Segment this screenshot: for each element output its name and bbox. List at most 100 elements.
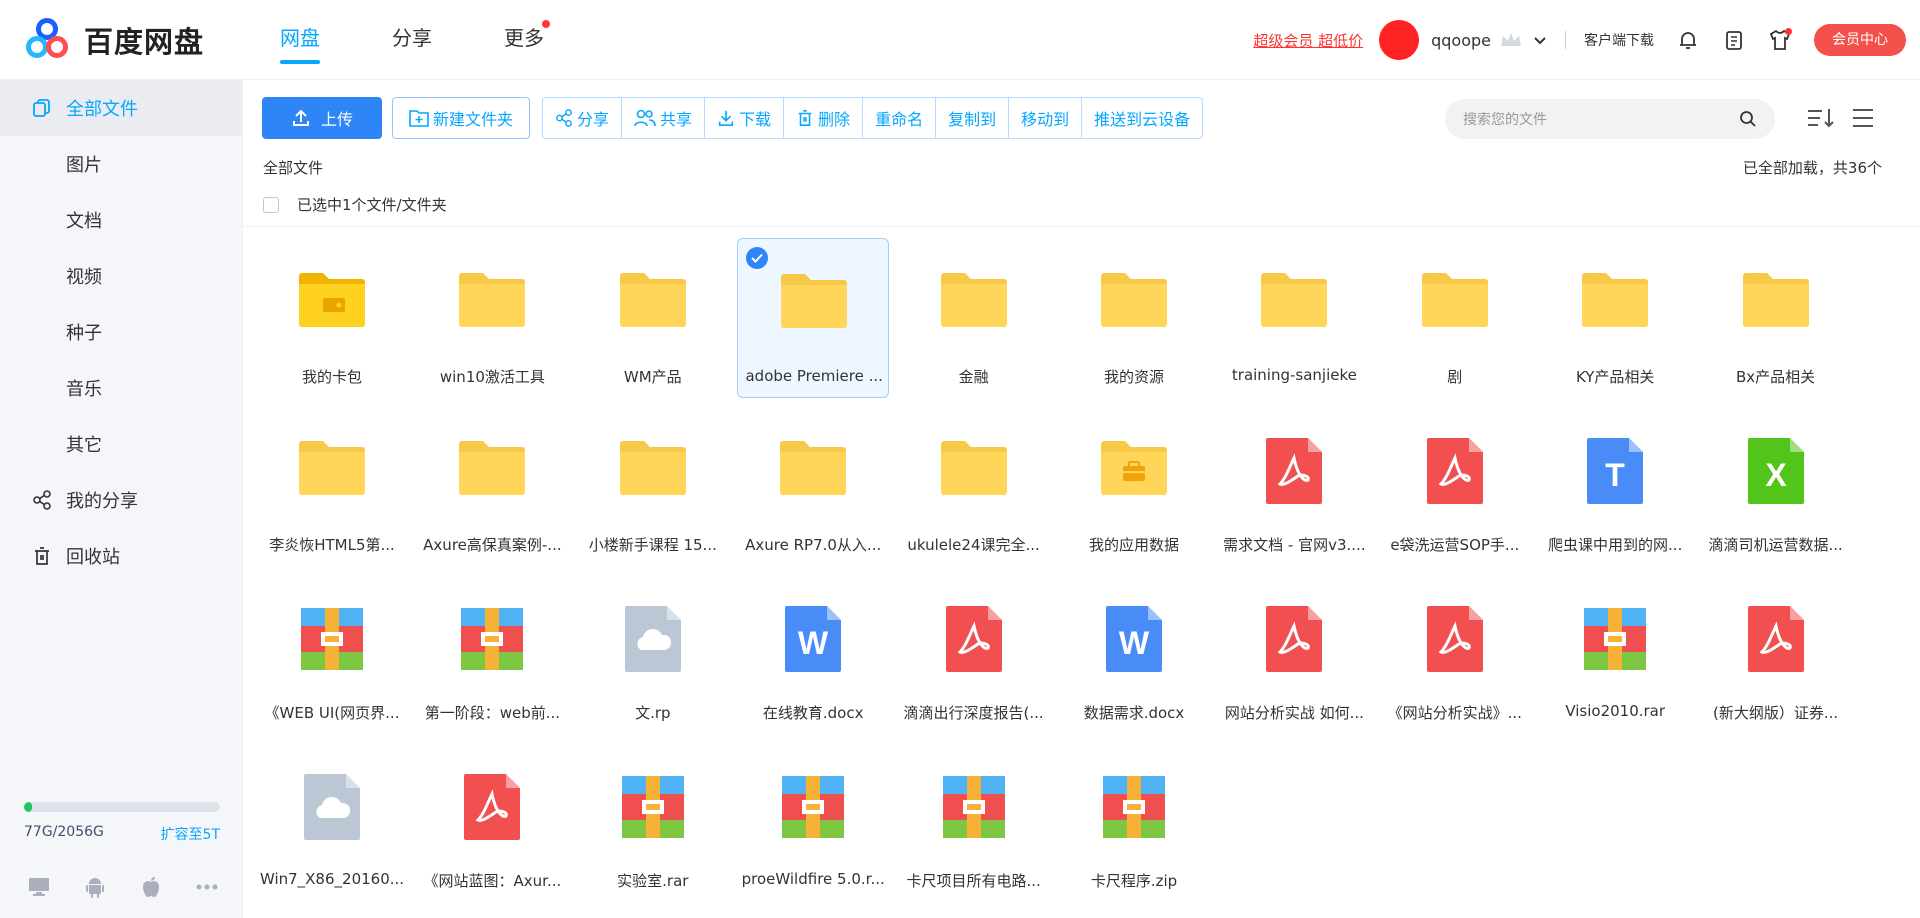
file-item[interactable]: Axure RP7.0从入... [737, 406, 889, 566]
copy-to-button-label: 复制到 [948, 110, 997, 129]
more-icon[interactable] [194, 874, 220, 900]
divider [243, 226, 1920, 227]
file-item[interactable]: ukulele24课完全... [898, 406, 1050, 566]
chevron-down-icon[interactable] [1533, 33, 1547, 47]
co-share-button[interactable]: 共享 [622, 98, 706, 138]
file-name: 文.rp [635, 704, 671, 722]
avatar[interactable] [1379, 20, 1420, 60]
file-item[interactable]: 卡尺项目所有电路... [898, 742, 1050, 902]
nav-netdisk[interactable]: 网盘 [262, 0, 338, 80]
sidebar-item-label: 全部文件 [66, 99, 138, 120]
desktop-icon[interactable] [26, 874, 52, 900]
push-to-cloud-device-button[interactable]: 推送到云设备 [1082, 98, 1202, 138]
file-item[interactable]: 《网站分析实战》... [1379, 574, 1531, 734]
file-item[interactable]: 金融 [898, 238, 1050, 398]
file-item[interactable]: 第一阶段：web前... [416, 574, 568, 734]
file-item[interactable]: 我的应用数据 [1058, 406, 1210, 566]
bell-icon[interactable] [1676, 28, 1700, 52]
copy-to-button[interactable]: 复制到 [936, 98, 1010, 138]
file-item[interactable]: 剧 [1379, 238, 1531, 398]
file-item[interactable]: Axure高保真案例-... [416, 406, 568, 566]
folder-icon [779, 271, 848, 341]
select-all-checkbox[interactable] [263, 196, 279, 213]
tshirt-icon[interactable] [1768, 28, 1792, 52]
nav-more[interactable]: 更多 [486, 0, 562, 80]
list-view-icon[interactable] [1847, 102, 1879, 134]
sidebar-item-documents[interactable]: 文档 [0, 192, 242, 248]
client-download-link[interactable]: 客户端下载 [1584, 30, 1654, 50]
move-to-button[interactable]: 移动到 [1009, 98, 1083, 138]
file-name: ukulele24课完全... [907, 536, 1040, 554]
file-item[interactable]: (新大纲版）证券... [1700, 574, 1852, 734]
sidebar-item-my-shares[interactable]: 我的分享 [0, 472, 242, 528]
folder-icon [939, 438, 1007, 508]
sidebar-item-others[interactable]: 其它 [0, 416, 242, 472]
file-item[interactable]: 《WEB UI(网页界... [256, 574, 408, 734]
username[interactable]: qqoope [1431, 31, 1491, 50]
file-item[interactable]: Win7_X86_20160... [256, 742, 408, 902]
file-item[interactable]: W 在线教育.docx [737, 574, 889, 734]
clipboard-icon[interactable] [1722, 28, 1746, 52]
file-item[interactable]: X 滴滴司机运营数据... [1700, 406, 1852, 566]
vip-center-button[interactable]: 会员中心 [1814, 24, 1906, 56]
folder-icon [1741, 270, 1809, 340]
file-item[interactable]: T 爬虫课中用到的网... [1539, 406, 1691, 566]
trash-icon [30, 544, 54, 568]
file-item[interactable]: 文.rp [577, 574, 729, 734]
file-item[interactable]: proeWildfire 5.0.r... [737, 742, 889, 902]
sidebar-item-videos[interactable]: 视频 [0, 248, 242, 304]
sidebar-item-recycle-bin[interactable]: 回收站 [0, 528, 242, 584]
file-item[interactable]: 实验室.rar [577, 742, 729, 902]
file-item[interactable]: 卡尺程序.zip [1058, 742, 1210, 902]
delete-button[interactable]: 删除 [784, 98, 864, 138]
expand-storage-link[interactable]: 扩容至5T [161, 824, 220, 844]
sidebar-item-torrents[interactable]: 种子 [0, 304, 242, 360]
file-name: WM产品 [623, 368, 682, 386]
file-item[interactable]: Visio2010.rar [1539, 574, 1691, 734]
file-item[interactable]: 《网站蓝图：Axur... [416, 742, 568, 902]
file-item[interactable]: 需求文档 - 官网v3.... [1218, 406, 1370, 566]
android-icon[interactable] [82, 874, 108, 900]
baidu-netdisk-logo-icon [26, 18, 76, 62]
file-name: 我的资源 [1103, 368, 1164, 386]
rename-button[interactable]: 重命名 [863, 98, 937, 138]
super-vip-promo-link[interactable]: 超级会员 超低价 [1253, 30, 1363, 51]
notification-dot [542, 20, 550, 28]
storage-bar [24, 802, 220, 812]
file-item[interactable]: 小楼新手课程 15... [577, 406, 729, 566]
file-item[interactable]: W 数据需求.docx [1058, 574, 1210, 734]
file-name: 金融 [958, 368, 989, 386]
nav-share[interactable]: 分享 [374, 0, 450, 80]
new-folder-button[interactable]: 新建文件夹 [392, 97, 530, 139]
file-item[interactable]: WM产品 [577, 238, 729, 398]
file-item[interactable]: 我的卡包 [256, 238, 408, 398]
download-button[interactable]: 下载 [705, 98, 785, 138]
breadcrumb[interactable]: 全部文件 [263, 157, 323, 178]
share-icon [30, 488, 54, 512]
sidebar-item-label: 音乐 [66, 379, 102, 400]
file-item[interactable]: adobe Premiere ... [737, 238, 890, 398]
sidebar-item-music[interactable]: 音乐 [0, 360, 242, 416]
file-item[interactable]: 滴滴出行深度报告(... [898, 574, 1050, 734]
sidebar-item-all-files[interactable]: 全部文件 [0, 80, 242, 136]
file-item[interactable]: training-sanjieke [1218, 238, 1370, 398]
file-item[interactable]: 我的资源 [1058, 238, 1210, 398]
file-item[interactable]: KY产品相关 [1539, 238, 1691, 398]
checkmark-icon[interactable] [746, 247, 769, 269]
sidebar-item-images[interactable]: 图片 [0, 136, 242, 192]
file-item[interactable]: Bx产品相关 [1700, 238, 1852, 398]
sort-icon[interactable] [1805, 102, 1837, 134]
file-item[interactable]: e袋洗运营SOP手... [1379, 406, 1531, 566]
folder-icon [1420, 270, 1488, 340]
search-input[interactable] [1463, 111, 1739, 127]
logo[interactable]: 百度网盘 [26, 18, 204, 62]
file-item[interactable]: 网站分析实战 如何... [1218, 574, 1370, 734]
upload-button[interactable]: 上传 [262, 97, 382, 139]
search-icon[interactable] [1739, 110, 1757, 128]
file-item[interactable]: 李炎恢HTML5第... [256, 406, 408, 566]
folder-icon [457, 438, 526, 508]
folder-icon [618, 270, 686, 340]
share-button[interactable]: 分享 [543, 98, 623, 138]
apple-icon[interactable] [138, 874, 164, 900]
file-item[interactable]: win10激活工具 [416, 238, 568, 398]
